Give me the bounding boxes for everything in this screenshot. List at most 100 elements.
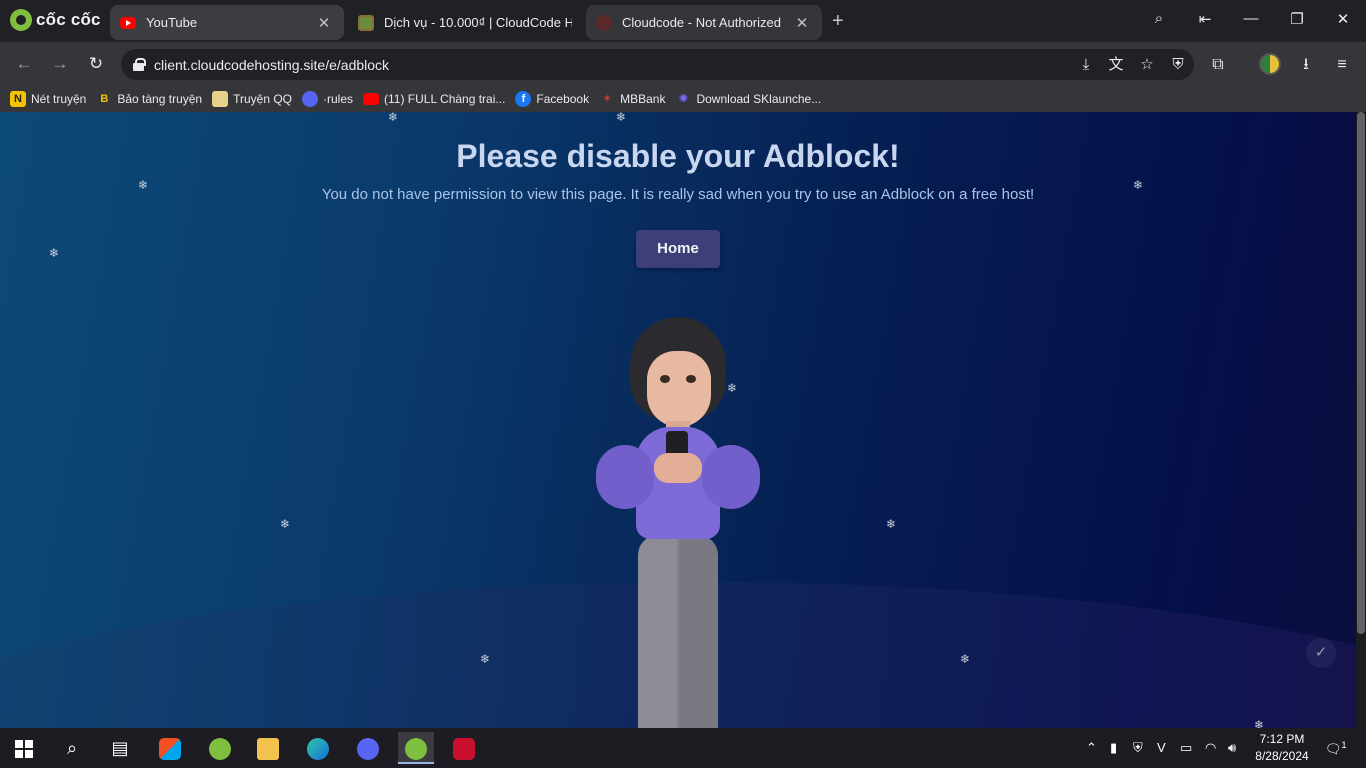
tab-title: YouTube: [146, 15, 198, 30]
snowflake-icon: ❄: [1254, 718, 1265, 728]
start-button[interactable]: [6, 732, 42, 764]
bookmark-truyen-qq[interactable]: Truyện QQ: [212, 91, 292, 107]
baotang-icon: B: [100, 93, 109, 105]
vpn-icon[interactable]: V: [1157, 740, 1166, 755]
snowflake-icon: ❄: [49, 246, 60, 260]
reload-icon[interactable]: ↻: [84, 52, 108, 76]
mbbank-icon: ✶: [602, 93, 612, 105]
minimize-icon[interactable]: —: [1241, 10, 1261, 27]
task-view-icon[interactable]: ▤: [102, 732, 138, 764]
toolbar: ← → ↻ client.cloudcodehosting.site/e/adb…: [0, 42, 1366, 86]
page-message: You do not have permission to view this …: [321, 186, 1035, 203]
battery-icon[interactable]: ▭: [1180, 740, 1192, 756]
bookmark-label: Facebook: [536, 92, 590, 106]
bookmark-sklauncher[interactable]: ✺ Download SKlaunche...: [675, 91, 821, 107]
edge-icon[interactable]: [300, 732, 336, 764]
bookmark-net-truyen[interactable]: N Nét truyện: [10, 91, 86, 107]
forward-icon[interactable]: →: [48, 52, 72, 76]
search-tabs-icon[interactable]: ⌕: [1149, 10, 1169, 27]
search-icon[interactable]: ⌕: [54, 732, 90, 764]
snowflake-icon: ❄: [960, 652, 971, 666]
facebook-icon: f: [515, 91, 532, 107]
coccoc-logo-icon: [10, 9, 32, 31]
wifi-icon[interactable]: ◠: [1205, 740, 1216, 756]
restore-icon[interactable]: ❐: [1287, 10, 1307, 28]
tab-cloudcode-not-authorized[interactable]: Cloudcode - Not Authorized ✕: [586, 5, 822, 40]
bookmark-label: Nét truyện: [31, 92, 87, 106]
menu-icon[interactable]: ≡: [1331, 54, 1353, 76]
discord-taskbar-icon[interactable]: [350, 732, 386, 764]
cloudcode-icon: [596, 14, 612, 31]
tab-youtube[interactable]: YouTube ✕: [110, 5, 344, 40]
snowflake-icon: ❄: [1133, 178, 1144, 192]
bookmark-label: Download SKlaunche...: [696, 92, 822, 106]
minecraft-block-icon: [358, 14, 374, 31]
back-icon[interactable]: ←: [12, 52, 36, 76]
url-text[interactable]: client.cloudcodehosting.site/e/adblock: [154, 57, 389, 73]
coccoc-active-taskbar-icon[interactable]: [398, 732, 434, 764]
garena-icon[interactable]: [446, 732, 482, 764]
extensions-icon[interactable]: ⧉: [1207, 54, 1229, 76]
coccoc-logo[interactable]: cốc cốc: [10, 9, 101, 31]
snowflake-icon: ❄: [280, 517, 291, 531]
translate-icon[interactable]: 文: [1106, 55, 1126, 75]
snowflake-icon: ❄: [480, 652, 491, 666]
bookmark-label: MBBank: [620, 92, 666, 106]
new-tab-button[interactable]: +: [832, 11, 844, 31]
store-icon[interactable]: [152, 732, 188, 764]
brand-name: cốc cốc: [36, 10, 101, 29]
coccoc-taskbar-icon[interactable]: [202, 732, 238, 764]
snowflake-icon: ❄: [138, 178, 149, 192]
bookmark-mbbank[interactable]: ✶ MBBank: [599, 91, 666, 107]
bookmarks-bar: N Nét truyện B Bảo tàng truyện Truyện QQ…: [0, 86, 1366, 112]
windows-taskbar: ⌕ ▤ ⌃ ▮ ⛨ V ▭ ◠ 🔊︎ 7:12 PM 8/28/2024 🗨︎1: [0, 728, 1366, 768]
notification-icon[interactable]: 🗨︎1: [1325, 740, 1347, 757]
system-clock[interactable]: 7:12 PM 8/28/2024: [1250, 731, 1314, 765]
woman-with-phone-illustration: [592, 317, 764, 728]
close-tab-icon[interactable]: ✕: [314, 14, 334, 32]
checkmark-icon[interactable]: ✓: [1306, 638, 1336, 668]
tab-strip: cốc cốc YouTube ✕ Dịch vụ - 10.000₫ | Cl…: [0, 0, 1366, 42]
file-explorer-icon[interactable]: [250, 732, 286, 764]
page-scrollbar[interactable]: [1356, 112, 1366, 728]
snowflake-icon: ❄: [616, 112, 627, 124]
snowflake-icon: ❄: [388, 112, 399, 124]
bookmark-rules[interactable]: ·rules: [302, 91, 353, 107]
scrollbar-thumb[interactable]: [1357, 112, 1365, 634]
close-window-icon[interactable]: ✕: [1333, 10, 1353, 28]
shield-icon[interactable]: ⛨: [1168, 55, 1188, 75]
bookmark-label: (11) FULL Chàng trai...: [384, 92, 506, 106]
home-button[interactable]: Home: [636, 230, 720, 268]
bookmark-youtube-video[interactable]: (11) FULL Chàng trai...: [363, 92, 505, 106]
bookmark-label: ·rules: [323, 92, 354, 106]
bookmark-facebook[interactable]: f Facebook: [515, 91, 589, 107]
tab-cloudcode-services[interactable]: Dịch vụ - 10.000₫ | CloudCode Ho: [348, 5, 582, 40]
lock-icon[interactable]: [133, 58, 146, 71]
side-panel-icon[interactable]: ⇤: [1195, 10, 1215, 28]
page-content: Please disable your Adblock! You do not …: [0, 112, 1356, 728]
gpu-monitor-icon[interactable]: ▮: [1110, 740, 1117, 756]
tab-title: Cloudcode - Not Authorized: [622, 15, 781, 30]
youtube-icon: [120, 16, 136, 29]
profile-avatar[interactable]: [1259, 53, 1281, 75]
close-tab-icon[interactable]: ✕: [792, 14, 812, 32]
clock-date: 8/28/2024: [1255, 749, 1309, 763]
bookmark-bao-tang-truyen[interactable]: B Bảo tàng truyện: [96, 91, 202, 107]
volume-icon[interactable]: 🔊︎: [1228, 740, 1236, 756]
chevron-up-icon[interactable]: ⌃: [1086, 740, 1097, 756]
tab-title: Dịch vụ - 10.000₫ | CloudCode Ho: [384, 15, 572, 30]
bookmark-star-icon[interactable]: ☆: [1137, 55, 1157, 75]
sklauncher-icon: ✺: [678, 93, 689, 105]
bookmark-label: Truyện QQ: [233, 92, 292, 106]
notification-count: 1: [1341, 740, 1347, 750]
snowflake-icon: ❄: [886, 517, 897, 531]
nettruyen-icon: N: [10, 91, 26, 107]
address-bar[interactable]: client.cloudcodehosting.site/e/adblock ⤓…: [121, 49, 1194, 80]
security-icon[interactable]: ⛨: [1133, 740, 1143, 756]
clock-time: 7:12 PM: [1259, 732, 1305, 746]
page-title: Please disable your Adblock!: [456, 138, 900, 174]
downloads-icon[interactable]: ⭳: [1295, 54, 1317, 76]
youtube-icon: [363, 93, 380, 105]
install-app-icon[interactable]: ⤓: [1076, 55, 1096, 75]
bookmark-label: Bảo tàng truyện: [117, 92, 203, 106]
